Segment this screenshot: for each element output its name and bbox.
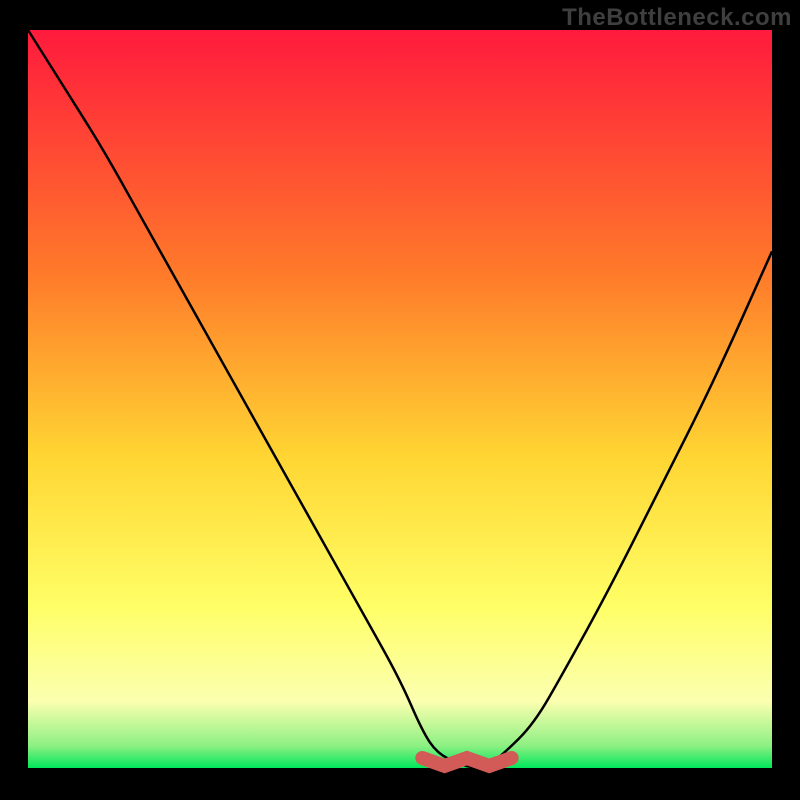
bottleneck-chart <box>0 0 800 800</box>
chart-stage: TheBottleneck.com <box>0 0 800 800</box>
watermark-text: TheBottleneck.com <box>562 4 792 32</box>
